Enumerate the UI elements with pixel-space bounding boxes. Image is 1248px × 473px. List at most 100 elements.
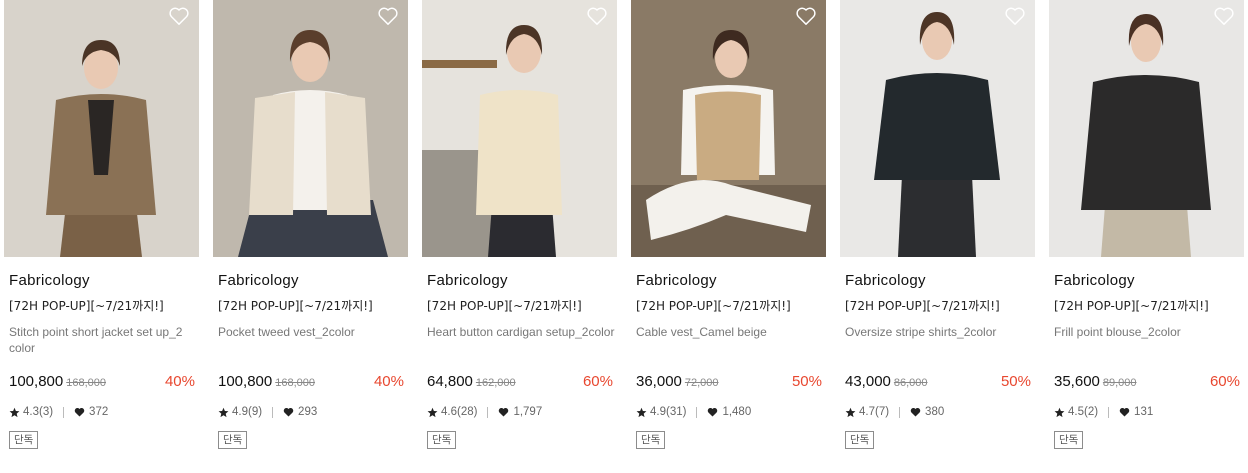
discount-rate: 60% [1209, 373, 1240, 390]
likes-count: 372 [89, 406, 109, 418]
rating-text: 4.6(28) [441, 406, 478, 418]
sale-price: 64,800 [427, 373, 473, 390]
original-price: 168,000 [66, 377, 106, 389]
product-card[interactable]: Fabricology [72H POP-UP][~7/21까지!] Frill… [1049, 0, 1244, 473]
original-price: 89,000 [1102, 377, 1137, 389]
product-grid: Fabricology [72H POP-UP][~7/21까지!] Stitc… [4, 0, 1244, 473]
product-name[interactable]: Frill point blouse_2color [1054, 324, 1242, 340]
discount-rate: 50% [1000, 373, 1031, 390]
wishlist-heart-icon[interactable] [1004, 6, 1026, 26]
product-image[interactable] [422, 0, 617, 257]
product-card[interactable]: Fabricology [72H POP-UP][~7/21까지!] Overs… [840, 0, 1035, 473]
product-card[interactable]: Fabricology [72H POP-UP][~7/21까지!] Cable… [631, 0, 826, 473]
product-stats: 4.6(28) 1,797 [427, 406, 542, 418]
product-image[interactable] [213, 0, 408, 257]
wishlist-heart-icon[interactable] [586, 6, 608, 26]
price-row: 43,000 86,000 50% [845, 373, 1031, 393]
product-photo [840, 0, 1035, 257]
rating-text: 4.5(2) [1068, 406, 1099, 418]
price-row: 36,000 72,000 50% [636, 373, 822, 393]
product-card[interactable]: Fabricology [72H POP-UP][~7/21까지!] Heart… [422, 0, 617, 473]
promo-tag: [72H POP-UP][~7/21까지!] [427, 299, 582, 313]
promo-tag: [72H POP-UP][~7/21까지!] [845, 299, 1000, 313]
product-stats: 4.5(2) 131 [1054, 406, 1153, 418]
brand-name[interactable]: Fabricology [636, 272, 717, 289]
product-photo [4, 0, 199, 257]
product-name[interactable]: Heart button cardigan setup_2color [427, 324, 615, 340]
heart-filled-icon [910, 408, 921, 417]
promo-tag: [72H POP-UP][~7/21까지!] [9, 299, 164, 313]
product-name[interactable]: Pocket tweed vest_2color [218, 324, 406, 340]
wishlist-heart-icon[interactable] [168, 6, 190, 26]
brand-name[interactable]: Fabricology [218, 272, 299, 289]
product-name[interactable]: Cable vest_Camel beige [636, 324, 824, 340]
likes-count: 1,480 [722, 406, 752, 418]
promo-tag: [72H POP-UP][~7/21까지!] [218, 299, 373, 313]
rating-text: 4.9(31) [650, 406, 687, 418]
sale-price: 100,800 [9, 373, 64, 390]
likes-count: 380 [925, 406, 945, 418]
stats-divider [272, 406, 274, 418]
rating-text: 4.3(3) [23, 406, 54, 418]
product-image[interactable] [1049, 0, 1244, 257]
stats-divider [1108, 406, 1110, 418]
heart-filled-icon [1119, 408, 1130, 417]
discount-rate: 60% [582, 373, 613, 390]
original-price: 72,000 [684, 377, 719, 389]
rating-text: 4.7(7) [859, 406, 890, 418]
original-price: 168,000 [275, 377, 315, 389]
product-name[interactable]: Stitch point short jacket set up_2 color [9, 324, 197, 356]
price-row: 64,800 162,000 60% [427, 373, 613, 393]
promo-tag: [72H POP-UP][~7/21까지!] [1054, 299, 1209, 313]
exclusive-badge: 단독 [9, 431, 39, 449]
product-card[interactable]: Fabricology [72H POP-UP][~7/21까지!] Stitc… [4, 0, 199, 473]
star-icon [1054, 407, 1065, 417]
stats-divider [487, 406, 489, 418]
brand-name[interactable]: Fabricology [9, 272, 90, 289]
product-image[interactable] [840, 0, 1035, 257]
product-stats: 4.7(7) 380 [845, 406, 944, 418]
promo-tag: [72H POP-UP][~7/21까지!] [636, 299, 791, 313]
sale-price: 100,800 [218, 373, 273, 390]
product-stats: 4.9(9) 293 [218, 406, 317, 418]
rating-text: 4.9(9) [232, 406, 263, 418]
stats-divider [899, 406, 901, 418]
brand-name[interactable]: Fabricology [845, 272, 926, 289]
sale-price: 43,000 [845, 373, 891, 390]
discount-rate: 50% [791, 373, 822, 390]
price-row: 100,800 168,000 40% [9, 373, 195, 393]
product-stats: 4.3(3) 372 [9, 406, 108, 418]
discount-rate: 40% [164, 373, 195, 390]
wishlist-heart-icon[interactable] [377, 6, 399, 26]
exclusive-badge: 단독 [1054, 431, 1084, 449]
stats-divider [63, 406, 65, 418]
product-image[interactable] [4, 0, 199, 257]
stats-divider [696, 406, 698, 418]
likes-count: 1,797 [513, 406, 543, 418]
product-name[interactable]: Oversize stripe shirts_2color [845, 324, 1033, 340]
wishlist-heart-icon[interactable] [1213, 6, 1235, 26]
wishlist-heart-icon[interactable] [795, 6, 817, 26]
sale-price: 36,000 [636, 373, 682, 390]
star-icon [218, 407, 229, 417]
price-row: 100,800 168,000 40% [218, 373, 404, 393]
discount-rate: 40% [373, 373, 404, 390]
price-row: 35,600 89,000 60% [1054, 373, 1240, 393]
brand-name[interactable]: Fabricology [427, 272, 508, 289]
likes-count: 293 [298, 406, 318, 418]
product-card[interactable]: Fabricology [72H POP-UP][~7/21까지!] Pocke… [213, 0, 408, 473]
star-icon [636, 407, 647, 417]
star-icon [9, 407, 20, 417]
product-image[interactable] [631, 0, 826, 257]
exclusive-badge: 단독 [636, 431, 666, 449]
star-icon [845, 407, 856, 417]
product-photo [422, 0, 617, 257]
original-price: 162,000 [475, 377, 516, 389]
product-photo [631, 0, 826, 257]
heart-filled-icon [74, 408, 85, 417]
likes-count: 131 [1134, 406, 1154, 418]
brand-name[interactable]: Fabricology [1054, 272, 1135, 289]
exclusive-badge: 단독 [218, 431, 248, 449]
star-icon [427, 407, 438, 417]
original-price: 86,000 [893, 377, 928, 389]
